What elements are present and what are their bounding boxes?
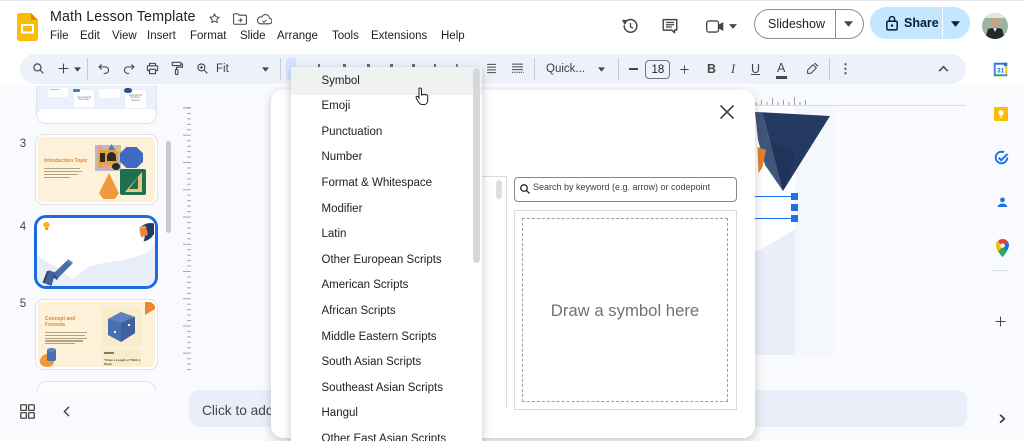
svg-text:31: 31 xyxy=(997,67,1005,74)
